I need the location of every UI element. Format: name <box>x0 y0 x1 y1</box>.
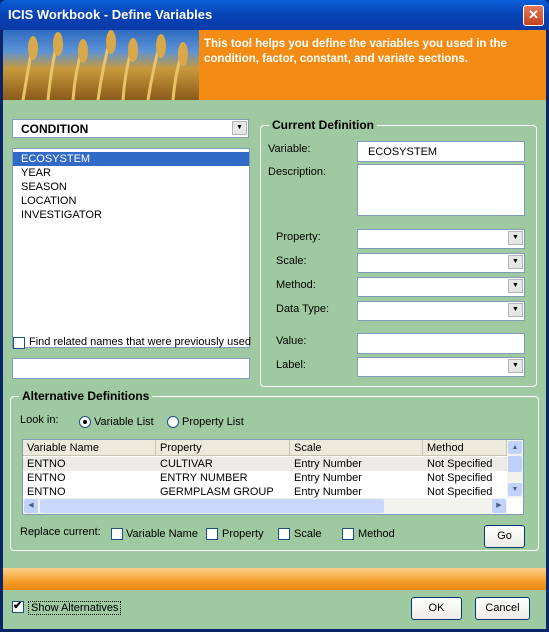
variable-field-value: ECOSYSTEM <box>368 146 438 158</box>
column-header[interactable]: Scale <box>290 440 423 456</box>
scroll-right-icon[interactable]: ▶ <box>492 499 506 513</box>
footer-band <box>3 568 546 590</box>
chevron-down-icon[interactable]: ▼ <box>232 121 247 135</box>
define-variables-window: ICIS Workbook - Define Variables ✕ This … <box>0 0 549 632</box>
replace-scale-label: Scale <box>294 528 322 540</box>
variable-label: Variable: <box>268 143 311 155</box>
list-item[interactable]: YEAR <box>13 166 249 180</box>
close-icon: ✕ <box>528 7 539 22</box>
scroll-down-icon[interactable]: ▼ <box>508 483 522 496</box>
scroll-left-icon[interactable]: ◀ <box>24 499 38 513</box>
table-cell: Not Specified <box>427 458 493 470</box>
variable-list-radio[interactable] <box>79 416 91 428</box>
label-select[interactable]: ▼ <box>357 357 525 377</box>
list-item[interactable]: SEASON <box>13 180 249 194</box>
banner: This tool helps you define the variables… <box>3 30 546 100</box>
property-label: Property: <box>276 231 321 243</box>
title-bar[interactable]: ICIS Workbook - Define Variables ✕ <box>0 0 549 30</box>
replace-current-label: Replace current: <box>20 526 101 538</box>
value-field[interactable] <box>357 333 525 354</box>
table-cell: Entry Number <box>294 486 362 498</box>
property-list-radio-label: Property List <box>182 416 244 428</box>
label-label: Label: <box>276 359 306 371</box>
variable-field[interactable]: ECOSYSTEM <box>357 141 525 162</box>
chevron-down-icon[interactable]: ▼ <box>508 359 523 373</box>
column-header[interactable]: Method <box>423 440 507 456</box>
table-cell: GERMPLASM GROUP <box>160 486 274 498</box>
alternatives-table[interactable]: Variable Name Property Scale Method ENTN… <box>22 439 524 515</box>
scroll-up-icon[interactable]: ▲ <box>508 441 522 454</box>
horizontal-scrollbar[interactable]: ◀ ▶ <box>23 498 507 514</box>
method-label: Method: <box>276 279 316 291</box>
list-item[interactable]: INVESTIGATOR <box>13 208 249 222</box>
list-item[interactable]: ECOSYSTEM <box>13 152 249 166</box>
wheat-illustration <box>21 30 188 100</box>
window-title: ICIS Workbook - Define Variables <box>8 7 213 22</box>
replace-method-checkbox[interactable] <box>342 528 354 540</box>
chevron-down-icon[interactable]: ▼ <box>508 255 523 269</box>
close-button[interactable]: ✕ <box>523 5 544 26</box>
alternative-definitions-title: Alternative Definitions <box>19 389 153 403</box>
dialog-client: This tool helps you define the variables… <box>3 30 546 629</box>
column-header[interactable]: Property <box>156 440 290 456</box>
method-select[interactable]: ▼ <box>357 277 525 297</box>
chevron-down-icon[interactable]: ▼ <box>508 279 523 293</box>
ok-button[interactable]: OK <box>411 597 462 620</box>
replace-variable-name-checkbox[interactable] <box>111 528 123 540</box>
show-alternatives-checkbox[interactable]: ✔ <box>12 600 24 613</box>
scale-label: Scale: <box>276 255 307 267</box>
replace-variable-name-label: Variable Name <box>126 528 198 540</box>
table-cell: ENTNO <box>27 458 66 470</box>
section-select-value: CONDITION <box>21 122 89 136</box>
scroll-thumb[interactable] <box>40 499 384 513</box>
current-definition-title: Current Definition <box>269 118 377 132</box>
table-cell: Not Specified <box>427 472 493 484</box>
property-select[interactable]: ▼ <box>357 229 525 249</box>
column-header[interactable]: Variable Name <box>23 440 156 456</box>
look-in-label: Look in: <box>20 414 59 426</box>
variable-listbox[interactable]: ECOSYSTEM YEAR SEASON LOCATION INVESTIGA… <box>12 148 250 348</box>
list-item[interactable]: LOCATION <box>13 194 249 208</box>
description-label: Description: <box>268 166 327 178</box>
description-field[interactable] <box>357 164 525 216</box>
replace-method-label: Method <box>358 528 395 540</box>
find-related-checkbox[interactable] <box>13 337 25 349</box>
datatype-select[interactable]: ▼ <box>357 301 525 321</box>
replace-property-label: Property <box>222 528 264 540</box>
chevron-down-icon[interactable]: ▼ <box>508 231 523 245</box>
replace-property-checkbox[interactable] <box>206 528 218 540</box>
chevron-down-icon[interactable]: ▼ <box>508 303 523 317</box>
find-related-label: Find related names that were previously … <box>29 336 251 348</box>
cancel-button[interactable]: Cancel <box>475 597 530 620</box>
table-cell: Not Specified <box>427 486 493 498</box>
wheat-image <box>3 30 199 100</box>
checkmark-icon: ✔ <box>13 600 23 612</box>
value-label: Value: <box>276 335 307 347</box>
table-cell: ENTRY NUMBER <box>160 472 248 484</box>
scroll-thumb[interactable] <box>508 456 522 472</box>
replace-scale-checkbox[interactable] <box>278 528 290 540</box>
property-list-radio[interactable] <box>167 416 179 428</box>
table-cell: ENTNO <box>27 486 66 498</box>
find-related-input[interactable] <box>12 358 250 379</box>
table-cell: CULTIVAR <box>160 458 213 470</box>
table-cell: ENTNO <box>27 472 66 484</box>
table-cell: Entry Number <box>294 458 362 470</box>
table-cell: Entry Number <box>294 472 362 484</box>
variable-list-radio-label: Variable List <box>94 416 154 428</box>
show-alternatives-label: Show Alternatives <box>28 601 122 615</box>
banner-text: This tool helps you define the variables… <box>204 38 507 65</box>
scale-select[interactable]: ▼ <box>357 253 525 273</box>
section-select[interactable]: CONDITION ▼ <box>12 119 249 138</box>
vertical-scrollbar[interactable]: ▲ ▼ <box>507 440 523 498</box>
go-button[interactable]: Go <box>484 525 525 548</box>
datatype-label: Data Type: <box>276 303 329 315</box>
